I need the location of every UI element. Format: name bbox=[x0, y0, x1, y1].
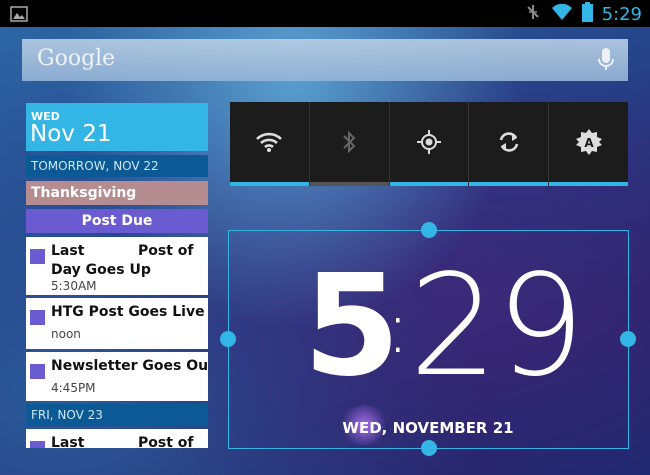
clock-date: WED, NOVEMBER 21 bbox=[342, 419, 514, 437]
search-label: Google bbox=[37, 46, 116, 71]
resize-handle-right[interactable] bbox=[620, 331, 636, 347]
brightness-auto-icon: A bbox=[575, 128, 603, 160]
wifi-toggle[interactable] bbox=[230, 102, 310, 186]
mic-icon[interactable] bbox=[598, 48, 614, 76]
brightness-toggle[interactable]: A bbox=[549, 102, 628, 186]
calendar-event[interactable]: HTG Post Goes Live noon bbox=[26, 298, 208, 349]
calendar-event[interactable]: Last Post of Day Goes Up 5:30AM bbox=[26, 237, 208, 295]
event-color-marker bbox=[30, 249, 45, 264]
toggle-indicator-on bbox=[389, 182, 469, 186]
status-bar: 5:29 bbox=[0, 0, 650, 27]
calendar-day-separator: TOMORROW, NOV 22 bbox=[26, 155, 208, 177]
event-title: Last Post of Day Goes Up bbox=[51, 243, 194, 278]
event-time: noon bbox=[51, 327, 81, 341]
battery-icon bbox=[581, 2, 593, 26]
sync-icon bbox=[497, 130, 521, 158]
event-color-marker bbox=[30, 310, 45, 325]
gps-icon bbox=[416, 129, 442, 159]
gps-toggle[interactable] bbox=[389, 102, 470, 186]
event-color-marker bbox=[30, 441, 45, 448]
toggle-indicator-on bbox=[549, 182, 628, 186]
all-day-event[interactable]: Thanksgiving bbox=[26, 181, 208, 205]
power-control-widget: A bbox=[230, 102, 628, 186]
clock-colon: : bbox=[386, 287, 410, 369]
calendar-date: Nov 21 bbox=[30, 121, 112, 147]
resize-handle-top[interactable] bbox=[421, 222, 437, 238]
resize-handle-bottom[interactable] bbox=[421, 440, 437, 456]
calendar-day-separator: FRI, NOV 23 bbox=[26, 404, 208, 426]
event-title: Last Post of bbox=[51, 435, 194, 448]
toggle-indicator-off bbox=[309, 182, 389, 186]
toggle-indicator-on bbox=[469, 182, 549, 186]
toggle-indicator-on bbox=[230, 182, 309, 186]
event-title: Newsletter Goes Out bbox=[51, 358, 208, 374]
event-time: 4:45PM bbox=[51, 381, 96, 395]
status-time: 5:29 bbox=[601, 3, 642, 25]
google-search-bar[interactable]: Google bbox=[22, 39, 628, 81]
image-notification-icon[interactable] bbox=[10, 6, 28, 26]
svg-text:A: A bbox=[584, 136, 594, 150]
calendar-event[interactable]: Last Post of bbox=[26, 429, 208, 448]
wifi-icon bbox=[551, 3, 573, 25]
signal-muted-icon bbox=[524, 3, 542, 25]
event-time: 5:30AM bbox=[51, 279, 97, 293]
bluetooth-icon bbox=[342, 130, 356, 158]
wifi-icon bbox=[255, 131, 283, 157]
clock-minutes: 29 bbox=[409, 245, 585, 408]
all-day-event[interactable]: Post Due bbox=[26, 209, 208, 233]
event-title: HTG Post Goes Live bbox=[51, 304, 205, 320]
event-color-marker bbox=[30, 364, 45, 379]
sync-toggle[interactable] bbox=[469, 102, 550, 186]
bluetooth-toggle[interactable] bbox=[309, 102, 390, 186]
calendar-event[interactable]: Newsletter Goes Out 4:45PM bbox=[26, 352, 208, 401]
resize-handle-left[interactable] bbox=[220, 331, 236, 347]
calendar-widget[interactable]: WED Nov 21 TOMORROW, NOV 22 Thanksgiving… bbox=[26, 103, 208, 448]
clock-widget[interactable]: 5 : 29 WED, NOVEMBER 21 bbox=[220, 222, 636, 456]
calendar-header[interactable]: WED Nov 21 bbox=[26, 103, 208, 151]
